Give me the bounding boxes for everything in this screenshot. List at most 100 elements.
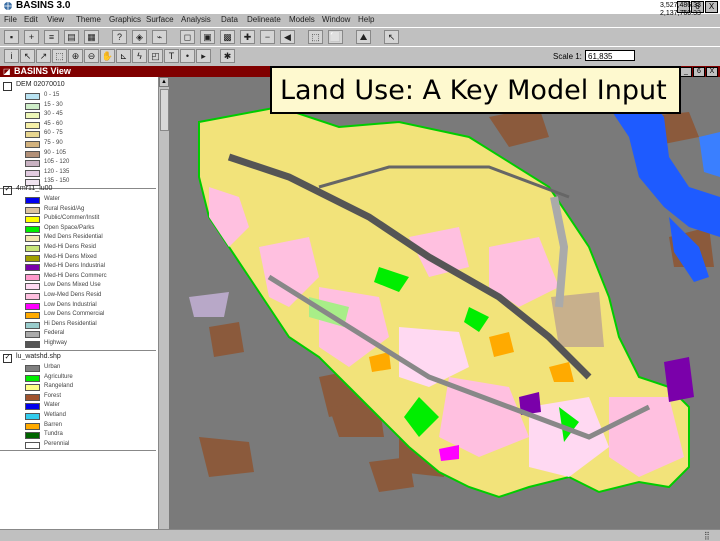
legend-item: Low Dens Mixed Use	[0, 282, 156, 292]
menu-analysis[interactable]: Analysis	[181, 15, 211, 24]
legend-label: Forest	[44, 392, 62, 399]
settings-icon[interactable]: ✱	[220, 49, 235, 63]
legend-item: Urban	[0, 364, 156, 374]
zoom-out-tool-icon[interactable]: ⊖	[84, 49, 99, 63]
coord-y: 2,137,760.33	[660, 10, 701, 17]
identify-icon[interactable]: i	[4, 49, 19, 63]
menu-theme[interactable]: Theme	[76, 15, 101, 24]
vertex-edit-icon[interactable]: ↗	[36, 49, 51, 63]
legend-label: 0 - 15	[44, 92, 60, 98]
scale-input[interactable]: 61,835	[585, 50, 635, 61]
zoom-in-tool-icon[interactable]: ⊕	[68, 49, 83, 63]
layer-visibility-checkbox[interactable]	[3, 82, 12, 91]
legend-swatch	[25, 206, 40, 214]
hot-link-icon[interactable]: ⌁	[152, 30, 167, 44]
menu-bar: File Edit View Theme Graphics Surface An…	[0, 14, 720, 27]
map-canvas[interactable]	[169, 77, 720, 529]
edit-legend-icon[interactable]: ▤	[64, 30, 79, 44]
menu-delineate[interactable]: Delineate	[247, 15, 281, 24]
legend-item: 0 - 15	[0, 92, 156, 102]
query-builder-icon[interactable]: ?	[112, 30, 127, 44]
layer-landuse[interactable]: ✓ 4mr11_lu00 Water Rural Resid/Ag Public/C…	[0, 184, 156, 351]
view-maximize-button[interactable]: 6	[693, 67, 705, 77]
legend-swatch	[25, 244, 40, 252]
legend-swatch	[25, 264, 40, 272]
clear-selection-icon[interactable]: ⬜	[328, 30, 343, 44]
resize-grip-icon[interactable]: ⣿	[704, 531, 714, 540]
close-button[interactable]: X	[705, 1, 718, 13]
watershed-delineation-icon[interactable]: ⛰	[356, 30, 371, 44]
snap-icon[interactable]: ▸	[196, 49, 211, 63]
layer-visibility-checkbox[interactable]: ✓	[3, 354, 12, 363]
menu-data[interactable]: Data	[221, 15, 238, 24]
legend-swatch	[25, 131, 40, 139]
menu-models[interactable]: Models	[289, 15, 315, 24]
toc-scrollbar[interactable]: ▲	[158, 77, 169, 529]
menu-window[interactable]: Window	[322, 15, 350, 24]
layer-dem[interactable]: DEM 02070010 0 - 15 15 - 30 30 - 45 45 - 60…	[0, 80, 156, 189]
menu-help[interactable]: Help	[358, 15, 374, 24]
area-select-icon[interactable]: ⬚	[52, 49, 67, 63]
legend-swatch	[25, 321, 40, 329]
button-bar: ▪ + ≡ ▤ ▦ ? ◈ ⌁ ◻ ▣ ▩ ✚ − ◀ ⬚ ⬜ ⛰ ↖	[0, 27, 720, 48]
menu-edit[interactable]: Edit	[24, 15, 38, 24]
zoom-active-theme-icon[interactable]: ▣	[200, 30, 215, 44]
legend-item: Agriculture	[0, 374, 156, 384]
legend-item: Tundra	[0, 431, 156, 441]
scroll-thumb[interactable]	[160, 89, 169, 131]
view-icon: ◪	[3, 67, 11, 76]
horizontal-scrollbar[interactable]: ⣿	[0, 529, 720, 541]
menu-file[interactable]: File	[4, 15, 17, 24]
draw-point-icon[interactable]: •	[180, 49, 195, 63]
legend-item: 45 - 60	[0, 121, 156, 131]
pointer-icon[interactable]: ↖	[20, 49, 35, 63]
open-table-icon[interactable]: ▦	[84, 30, 99, 44]
layer-watershed[interactable]: ✓ lu_watshd.shp Urban Agriculture Rangelan…	[0, 352, 156, 452]
view-title: BASINS View	[14, 66, 71, 76]
legend-item: Low Dens Industrial	[0, 302, 156, 312]
view-close-button[interactable]: X	[706, 67, 718, 77]
zoom-full-extent-icon[interactable]: ◻	[180, 30, 195, 44]
add-theme-icon[interactable]: +	[24, 30, 39, 44]
measure-icon[interactable]: ⊾	[116, 49, 131, 63]
legend-label: Agriculture	[44, 373, 73, 380]
theme-properties-icon[interactable]: ≡	[44, 30, 59, 44]
legend-label: Rural Resid/Ag	[44, 205, 85, 212]
slide-title-overlay: Land Use: A Key Model Input	[270, 66, 681, 114]
locate-address-icon[interactable]: ◈	[132, 30, 147, 44]
pan-hand-icon[interactable]: ✋	[100, 49, 115, 63]
legend-swatch	[25, 403, 40, 411]
help-cursor-icon[interactable]: ↖	[384, 30, 399, 44]
scroll-up-icon[interactable]: ▲	[159, 77, 169, 87]
legend-label: Public/Commer/Instit	[44, 215, 100, 222]
legend-label: Perennial	[44, 440, 70, 447]
legend-label: Water	[44, 402, 60, 409]
menu-view[interactable]: View	[47, 15, 64, 24]
legend-swatch	[25, 422, 40, 430]
legend-swatch	[25, 216, 40, 224]
menu-surface[interactable]: Surface	[146, 15, 174, 24]
legend-item: Open Space/Parks	[0, 225, 156, 235]
save-project-icon[interactable]: ▪	[4, 30, 19, 44]
legend-item: Highway	[0, 340, 156, 350]
menu-graphics[interactable]: Graphics	[109, 15, 141, 24]
legend-label: Low Dens Industrial	[44, 301, 97, 308]
land-use-map[interactable]	[169, 77, 720, 529]
zoom-in-icon[interactable]: ✚	[240, 30, 255, 44]
legend-label: Federal	[44, 330, 65, 337]
layer-name: 4mr11_lu00	[16, 185, 53, 192]
area-of-interest-icon[interactable]: ◰	[148, 49, 163, 63]
legend-label: Wetland	[44, 411, 66, 418]
zoom-selected-icon[interactable]: ▩	[220, 30, 235, 44]
select-features-icon[interactable]: ⬚	[308, 30, 323, 44]
legend-item: 75 - 90	[0, 140, 156, 150]
hot-link-tool-icon[interactable]: ϟ	[132, 49, 147, 63]
view-minimize-button[interactable]: _	[680, 67, 692, 77]
legend-label: 75 - 90	[44, 139, 63, 146]
text-tool-icon[interactable]: T	[164, 49, 179, 63]
legend-swatch	[25, 441, 40, 449]
zoom-out-icon[interactable]: −	[260, 30, 275, 44]
legend-label: Low Dens Mixed Use	[44, 282, 101, 289]
layer-visibility-checkbox[interactable]: ✓	[3, 186, 12, 195]
zoom-previous-icon[interactable]: ◀	[280, 30, 295, 44]
